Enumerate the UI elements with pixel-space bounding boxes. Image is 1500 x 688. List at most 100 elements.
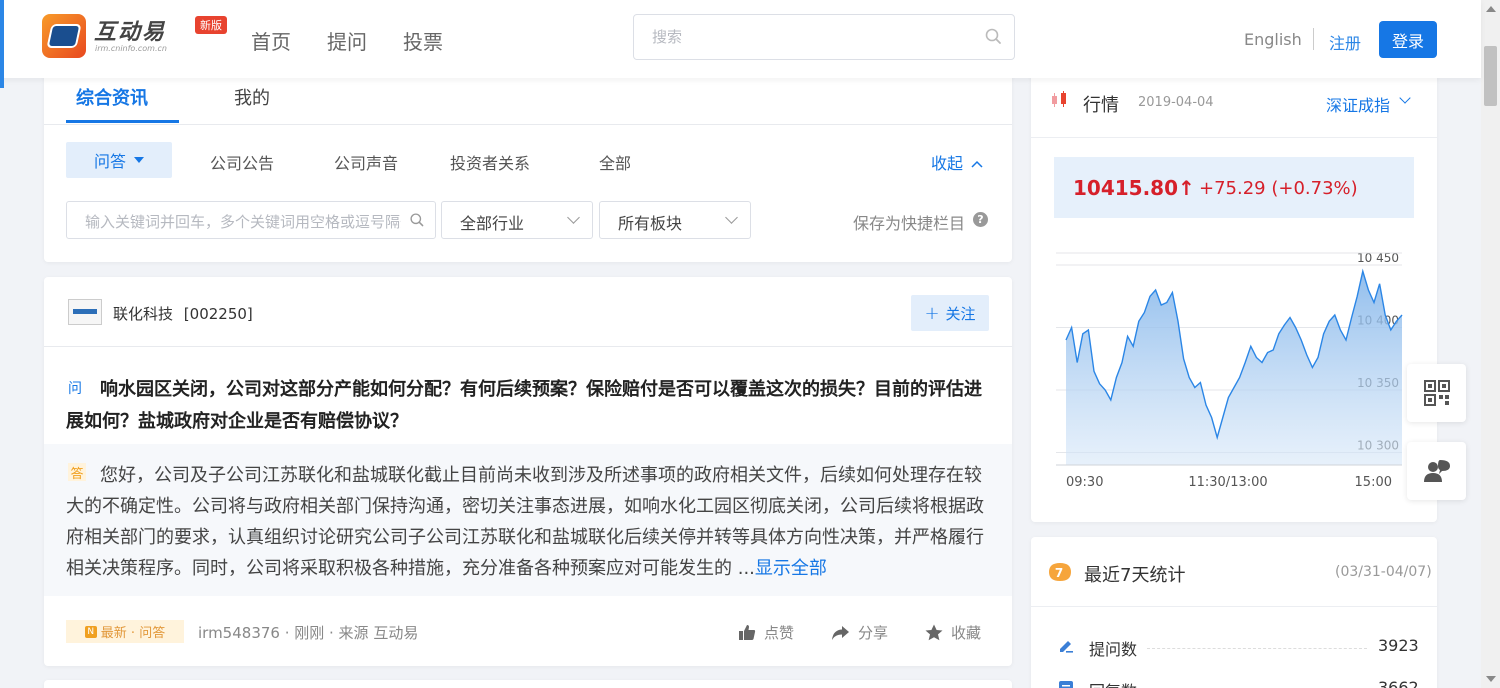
post-divider	[44, 346, 1012, 347]
stats-divider	[1031, 606, 1437, 607]
thumbs-up-icon	[739, 625, 756, 640]
plus-icon: +	[924, 302, 940, 324]
language-switch[interactable]: English	[1244, 30, 1302, 49]
nav-vote[interactable]: 投票	[403, 26, 443, 55]
keyword-placeholder: 输入关键词并回车，多个关键词用空格或逗号隔开	[85, 213, 401, 231]
save-shortcut-link[interactable]: 保存为快捷栏目	[853, 210, 965, 234]
stats-card	[1031, 537, 1437, 688]
index-change: +75.29 (+0.73%)	[1199, 178, 1358, 199]
market-title: 行情	[1083, 95, 1119, 116]
tab-divider	[44, 124, 1012, 125]
filter-qa-dropdown[interactable]: 问答	[66, 142, 172, 178]
answer-text: 您好，公司及子公司江苏联化和盐城联化截止目前尚未收到涉及所述事项的政府相关文件，…	[66, 460, 991, 584]
chevron-down-icon	[725, 211, 738, 224]
index-select[interactable]: 深证成指	[1326, 92, 1390, 116]
company-logo[interactable]	[68, 299, 102, 325]
filter-all[interactable]: 全部	[599, 150, 631, 174]
collect-label: 收藏	[951, 624, 982, 642]
scroll-down-arrow-icon[interactable]	[1486, 676, 1496, 682]
reply-list-icon	[1059, 681, 1073, 688]
qr-code-icon	[1423, 380, 1450, 406]
stats-question-label: 提问数	[1089, 640, 1138, 659]
like-label: 点赞	[764, 624, 795, 642]
next-post-card	[44, 680, 1012, 688]
market-date: 2019-04-04	[1138, 95, 1214, 110]
share-button[interactable]: 分享	[831, 622, 888, 643]
chart-area	[1066, 271, 1402, 465]
follow-button[interactable]: + 关注	[911, 295, 989, 331]
help-icon[interactable]: ?	[973, 212, 988, 227]
company-name[interactable]: 联化科技 [002250]	[113, 303, 253, 324]
new-version-badge: 新版	[195, 16, 227, 34]
board-select[interactable]: 所有板块	[599, 201, 751, 239]
stats-range: (03/31-04/07)	[1335, 564, 1432, 580]
scrollbar-thumb[interactable]	[1484, 46, 1497, 106]
new-badge-icon: N	[84, 625, 97, 638]
collect-button[interactable]: 收藏	[925, 622, 981, 643]
industry-select[interactable]: 全部行业	[441, 201, 593, 239]
scroll-up-arrow-icon[interactable]	[1486, 6, 1496, 12]
stats-title: 最近7天统计	[1084, 565, 1186, 586]
star-icon	[925, 624, 943, 641]
latest-qa-tag: N 最新 · 问答	[66, 620, 184, 643]
index-price: 10415.80↑	[1073, 176, 1195, 200]
question-text[interactable]: 响水园区关闭，公司对这部分产能如何分配？有何后续预案？保险赔付是否可以覆盖这次的…	[66, 374, 991, 438]
keyword-input[interactable]: 输入关键词并回车，多个关键词用空格或逗号隔开	[66, 201, 436, 239]
stats-reply-count: 3662	[1378, 678, 1419, 688]
share-label: 分享	[858, 624, 889, 642]
stats-reply-label: 回复数	[1089, 678, 1137, 688]
filter-company-voice[interactable]: 公司声音	[334, 150, 398, 174]
x-tick-label: 09:30	[1066, 475, 1103, 490]
nav-home[interactable]: 首页	[251, 26, 291, 55]
qr-code-button[interactable]	[1407, 364, 1466, 422]
board-select-value: 所有板块	[618, 214, 683, 233]
post-meta: irm548376 · 刚刚 · 来源 互动易	[198, 624, 419, 642]
filter-qa-label: 问答	[93, 152, 126, 171]
filter-investor-relations[interactable]: 投资者关系	[450, 150, 530, 174]
chevron-up-icon	[971, 160, 983, 168]
svg-text:7: 7	[1055, 566, 1063, 580]
search-icon[interactable]	[984, 27, 1004, 47]
logo-icon[interactable]	[42, 14, 86, 58]
nav-ask[interactable]: 提问	[327, 26, 367, 55]
latest-qa-label: 最新 · 问答	[100, 626, 166, 641]
tab-mine[interactable]: 我的	[234, 84, 270, 110]
x-tick-label: 15:00	[1355, 475, 1392, 490]
x-tick-label: 11:30/13:00	[1188, 475, 1267, 490]
active-tab-indicator	[66, 120, 179, 123]
market-divider	[1031, 137, 1437, 138]
answer-body: 您好，公司及子公司江苏联化和盐城联化截止目前尚未收到涉及所述事项的政府相关文件，…	[66, 465, 984, 579]
logo-text[interactable]: 互动易	[94, 14, 166, 46]
like-button[interactable]: 点赞	[738, 622, 794, 643]
register-link[interactable]: 注册	[1329, 30, 1361, 54]
logo-subtext: irm.cninfo.com.cn	[95, 44, 167, 53]
company-code: [002250]	[183, 305, 253, 323]
follow-label: 关注	[945, 304, 976, 323]
left-accent-bar	[0, 0, 4, 88]
share-icon	[832, 625, 849, 640]
market-candles-icon	[1052, 91, 1066, 107]
tab-general-news[interactable]: 综合资讯	[76, 84, 148, 110]
caret-down-icon	[134, 157, 144, 163]
calendar-seven-icon: 7	[1049, 563, 1071, 581]
show-all-link[interactable]: 显示全部	[755, 558, 827, 579]
top-header: 互动易 irm.cninfo.com.cn 新版 首页 提问 投票 Englis…	[0, 0, 1481, 78]
stats-question-count: 3923	[1378, 636, 1419, 655]
search-box	[633, 14, 1015, 60]
header-divider	[1313, 28, 1314, 50]
question-edit-icon	[1060, 641, 1073, 653]
industry-select-value: 全部行业	[460, 214, 525, 233]
collapse-button[interactable]: 收起	[931, 150, 984, 174]
search-icon	[410, 213, 424, 227]
customer-service-button[interactable]	[1407, 442, 1466, 500]
index-chart[interactable]: 10 45010 40010 35010 30009:3011:30/13:00…	[1056, 240, 1436, 500]
page-scrollbar[interactable]	[1481, 0, 1500, 688]
user-chat-icon	[1423, 460, 1450, 482]
search-input[interactable]	[652, 15, 972, 59]
chevron-down-icon	[567, 211, 580, 224]
login-button[interactable]: 登录	[1379, 21, 1437, 58]
dotted-leader	[1147, 648, 1367, 649]
filter-announcements[interactable]: 公司公告	[210, 150, 274, 174]
collapse-label: 收起	[931, 154, 964, 173]
company-name-text: 联化科技	[113, 305, 174, 323]
